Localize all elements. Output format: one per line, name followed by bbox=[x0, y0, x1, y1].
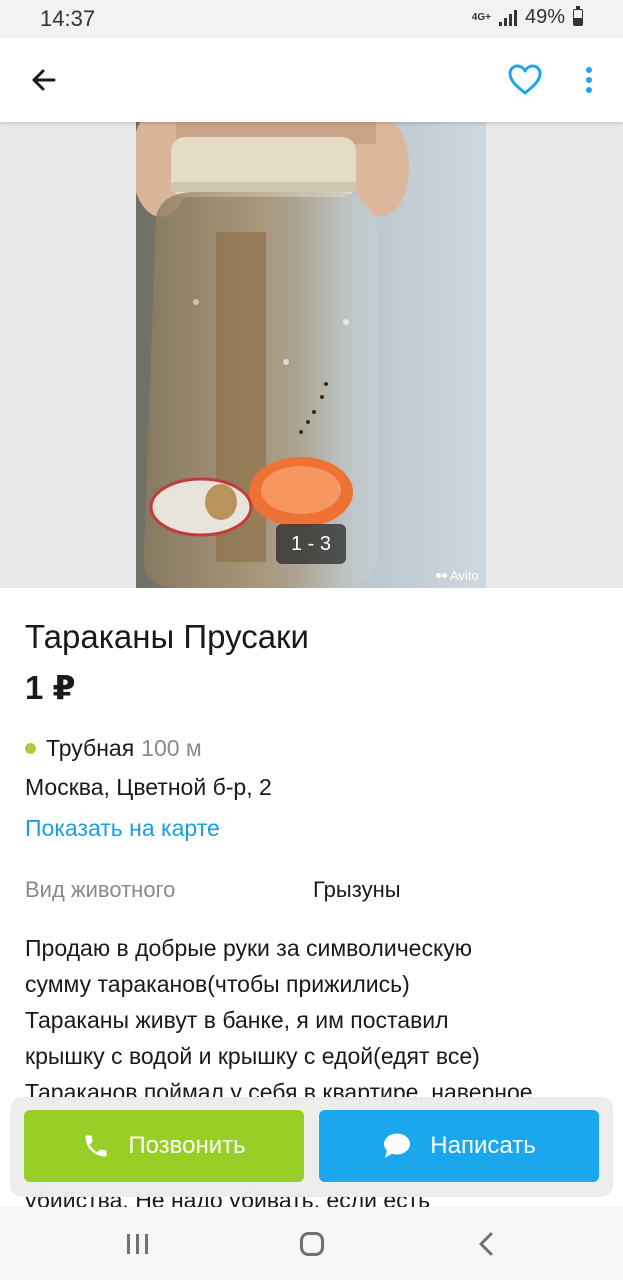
watermark-text: Avito bbox=[450, 568, 479, 583]
battery-percent: 49% bbox=[524, 6, 565, 28]
heart-outline-icon bbox=[508, 64, 542, 95]
write-message-button[interactable]: Написать bbox=[319, 1110, 599, 1182]
call-button-label: Позвонить bbox=[128, 1132, 246, 1159]
signal-icon bbox=[498, 9, 517, 26]
nav-back-button[interactable] bbox=[476, 1231, 496, 1262]
param-label-animal-type: Вид животного bbox=[25, 877, 176, 902]
arrow-left-icon bbox=[32, 69, 56, 91]
description-line: Тараканы живут в банке, я им поставил bbox=[25, 1007, 449, 1033]
avito-logo-icon bbox=[436, 573, 447, 578]
listing-address: Москва, Цветной б-р, 2 bbox=[25, 774, 272, 800]
phone-icon bbox=[85, 1135, 107, 1157]
recent-apps-icon bbox=[127, 1234, 148, 1254]
show-on-map-link[interactable]: Показать на карте bbox=[25, 815, 220, 842]
favorite-button[interactable] bbox=[505, 60, 545, 100]
listing-title: Тараканы Прусаки bbox=[25, 618, 309, 655]
more-options-button[interactable] bbox=[575, 60, 603, 100]
back-button[interactable] bbox=[24, 60, 64, 100]
back-chevron-icon bbox=[479, 1232, 493, 1256]
home-button[interactable] bbox=[299, 1231, 325, 1262]
metro-station: Трубная 100 м bbox=[25, 735, 202, 762]
more-vertical-icon bbox=[586, 67, 592, 93]
contact-action-bar: Позвонить Написать bbox=[10, 1097, 613, 1197]
description-line: Продаю в добрые руки за символическую bbox=[25, 935, 473, 961]
status-time: 14:37 bbox=[40, 6, 96, 31]
param-value-animal-type: Грызуны bbox=[313, 877, 401, 902]
battery-fill bbox=[574, 17, 582, 25]
metro-distance: 100 м bbox=[141, 735, 202, 761]
home-icon bbox=[300, 1232, 324, 1256]
status-bar: 14:37 4G+ 49% bbox=[0, 0, 623, 38]
recent-apps-button[interactable] bbox=[124, 1231, 152, 1262]
write-button-label: Написать bbox=[430, 1132, 536, 1159]
status-indicators: 4G+ 49% bbox=[472, 6, 583, 29]
network-indicator: 4G+ bbox=[471, 12, 491, 23]
description-line: крышку с водой и крышку с едой(едят все) bbox=[25, 1043, 480, 1069]
call-button[interactable]: Позвонить bbox=[24, 1110, 304, 1182]
listing-photo[interactable] bbox=[136, 122, 486, 588]
photo-counter: 1 - 3 bbox=[276, 524, 346, 564]
listing-price: 1 ₽ bbox=[25, 669, 76, 706]
description-line: сумму тараканов(чтобы прижились) bbox=[25, 971, 410, 997]
avito-watermark: Avito bbox=[436, 568, 479, 583]
metro-station-name: Трубная bbox=[46, 735, 135, 761]
photo-gallery[interactable]: 1 - 3 Avito bbox=[0, 122, 623, 588]
system-nav-bar bbox=[0, 1207, 623, 1280]
chat-bubble-icon bbox=[384, 1133, 411, 1158]
metro-line-icon bbox=[25, 743, 36, 754]
app-bar bbox=[0, 38, 623, 122]
battery-icon bbox=[573, 6, 583, 26]
